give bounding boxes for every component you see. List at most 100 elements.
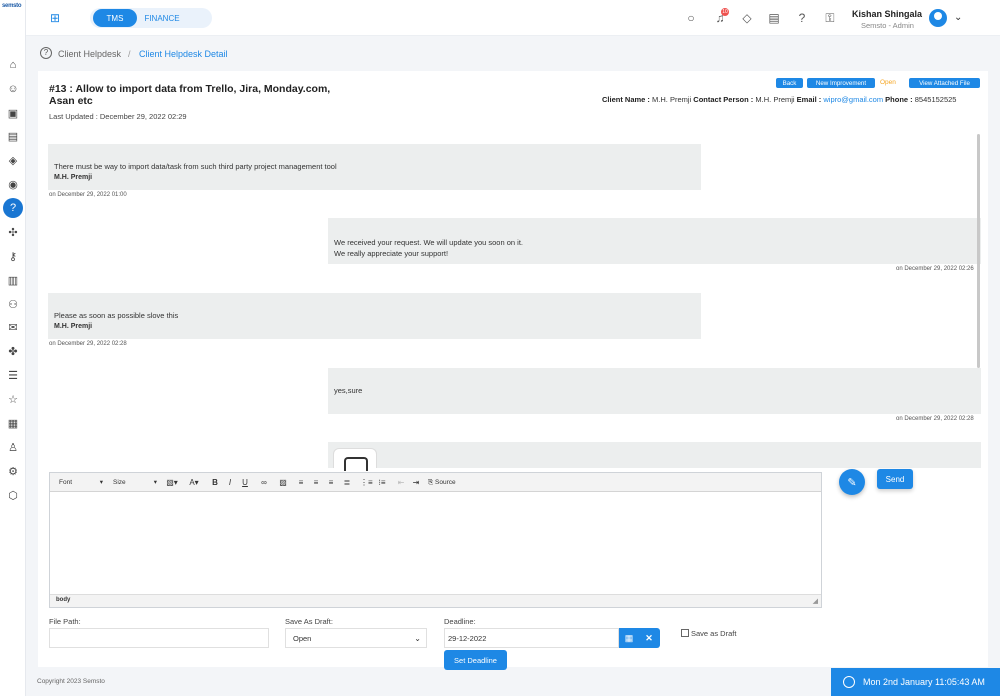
font-label: Font xyxy=(59,479,73,486)
shield-check-icon[interactable]: ◇ xyxy=(739,10,755,26)
source-label: Source xyxy=(435,479,456,486)
star-icon[interactable]: ☆ xyxy=(5,391,21,407)
message-time: on December 29, 2022 02:28 xyxy=(896,416,974,422)
element-path: body xyxy=(56,597,71,603)
underline-icon[interactable]: U xyxy=(239,476,251,489)
tms-tab[interactable]: TMS xyxy=(93,9,137,27)
id-card-icon[interactable]: ▦ xyxy=(5,415,21,431)
align-left-icon[interactable]: ≡ xyxy=(295,476,307,489)
set-deadline-button[interactable]: Set Deadline xyxy=(444,650,507,670)
module-switch: TMS FINANCE xyxy=(90,8,212,28)
view-attached-file-button[interactable]: View Attached File xyxy=(909,78,980,88)
message-time: on December 29, 2022 01:00 xyxy=(49,192,127,198)
attachment-bubble xyxy=(328,442,981,468)
status-badge: Open xyxy=(880,79,896,86)
puzzle-icon[interactable]: ✤ xyxy=(5,343,21,359)
database-icon[interactable]: ◉ xyxy=(5,176,21,192)
network-icon[interactable]: ✣ xyxy=(5,224,21,240)
tasks-icon[interactable]: ▤ xyxy=(766,10,782,26)
last-updated: Last Updated : December 29, 2022 02:29 xyxy=(49,112,187,121)
breadcrumb-parent[interactable]: Client Helpdesk xyxy=(58,49,121,59)
save-as-draft-label: Save As Draft: xyxy=(285,617,333,626)
align-right-icon[interactable]: ≡ xyxy=(325,476,337,489)
message-bubble: There must be way to import data/task fr… xyxy=(48,144,701,190)
resize-handle-icon[interactable]: ◢ xyxy=(813,597,818,605)
new-improvement-button[interactable]: New Improvement xyxy=(807,78,875,88)
lock-icon[interactable]: ⚿ xyxy=(822,10,838,26)
notification-badge: 10 xyxy=(721,8,729,16)
app-logo: semsto xyxy=(2,3,22,9)
source-button[interactable]: ⎘ Source xyxy=(428,476,456,489)
chevron-down-icon[interactable]: ⌄ xyxy=(954,12,962,23)
finance-tab[interactable]: FINANCE xyxy=(140,9,184,27)
bg-color-icon[interactable]: ▧▾ xyxy=(164,476,180,489)
bell-icon[interactable]: ♫ 10 xyxy=(712,8,729,26)
file-attachment-icon[interactable] xyxy=(333,448,377,471)
bullet-list-icon[interactable]: ⁝≡ xyxy=(376,476,388,489)
image-icon[interactable]: ▨ xyxy=(277,476,289,489)
notes-icon[interactable]: ☰ xyxy=(5,367,21,383)
file-path-label: File Path: xyxy=(49,617,81,626)
indent-icon[interactable]: ⇥ xyxy=(410,476,422,489)
attach-button[interactable]: ✎ xyxy=(839,469,865,495)
calendar-icon[interactable]: ▦ xyxy=(619,628,639,648)
chevron-down-icon: ⌄ xyxy=(414,634,421,643)
phone-label: Phone : xyxy=(885,95,913,104)
document-icon[interactable]: ▤ xyxy=(5,128,21,144)
wallet-icon[interactable]: ▣ xyxy=(5,105,21,121)
person-icon[interactable]: ♙ xyxy=(5,439,21,455)
caret-icon: ▾ xyxy=(153,479,157,486)
bold-icon[interactable]: B xyxy=(209,476,221,489)
justify-icon[interactable]: ≣ xyxy=(341,476,353,489)
package-icon[interactable]: ⬡ xyxy=(5,487,21,503)
editor-input[interactable] xyxy=(50,492,821,595)
message-text: There must be way to import data/task fr… xyxy=(54,162,337,171)
receipt-icon[interactable]: ▥ xyxy=(5,272,21,288)
client-name: M.H. Premji xyxy=(652,95,692,104)
numbered-list-icon[interactable]: ⋮≡ xyxy=(360,476,373,489)
client-email[interactable]: wipro@gmail.com xyxy=(823,95,883,104)
font-dropdown[interactable]: Font ▾ xyxy=(59,476,105,489)
key-icon[interactable]: ⚷ xyxy=(5,248,21,264)
contact-person: M.H. Premji xyxy=(755,95,795,104)
deadline-input[interactable]: 29-12-2022 xyxy=(444,628,619,648)
helpdesk-icon[interactable]: ? xyxy=(3,198,23,218)
message-text: Please as soon as possible slove this xyxy=(54,311,179,320)
shield-icon[interactable]: ◈ xyxy=(5,152,21,168)
client-info: Client Name : M.H. Premji Contact Person… xyxy=(602,95,982,104)
apps-grid-icon[interactable]: ⊞ xyxy=(50,11,64,25)
deadline-label: Deadline: xyxy=(444,617,476,626)
caret-icon: ▾ xyxy=(99,479,103,486)
file-path-input[interactable] xyxy=(49,628,269,648)
save-as-draft-value: Open xyxy=(293,634,312,643)
client-phone: 8545152525 xyxy=(914,95,957,104)
home-icon[interactable]: ⌂ xyxy=(5,57,21,73)
avatar[interactable] xyxy=(929,9,947,27)
close-icon[interactable]: ✕ xyxy=(638,628,660,648)
search-icon[interactable]: ○ xyxy=(683,10,699,26)
help-icon[interactable]: ? xyxy=(794,10,810,26)
save-as-draft-select[interactable]: Open ⌄ xyxy=(285,628,427,648)
text-color-icon[interactable]: A▾ xyxy=(186,476,202,489)
message-author: M.H. Premji xyxy=(54,174,93,181)
link-icon[interactable]: ∞ xyxy=(258,476,270,489)
italic-icon[interactable]: I xyxy=(224,476,236,489)
user-add-icon[interactable]: ☺ xyxy=(5,81,21,97)
team-icon[interactable]: ⚇ xyxy=(5,296,21,312)
mail-icon[interactable]: ✉ xyxy=(5,319,21,335)
message-time: on December 29, 2022 02:28 xyxy=(49,341,127,347)
breadcrumb-current: Client Helpdesk Detail xyxy=(139,49,228,59)
align-center-icon[interactable]: ≡ xyxy=(310,476,322,489)
message-time: on December 29, 2022 02:26 xyxy=(896,266,974,272)
outdent-icon[interactable]: ⇤ xyxy=(395,476,407,489)
message-text: yes,sure xyxy=(334,386,363,395)
save-as-draft-checkbox[interactable] xyxy=(681,629,689,637)
chat-scrollbar[interactable] xyxy=(977,134,980,368)
message-bubble: yes,sure xyxy=(328,368,981,414)
message-bubble: We received your request. We will update… xyxy=(328,218,981,264)
size-dropdown[interactable]: Size ▾ xyxy=(113,476,159,489)
settings-icon[interactable]: ⚙ xyxy=(5,463,21,479)
message-author: M.H. Premji xyxy=(54,323,93,330)
send-button[interactable]: Send xyxy=(877,469,913,489)
back-button[interactable]: Back xyxy=(776,78,803,88)
